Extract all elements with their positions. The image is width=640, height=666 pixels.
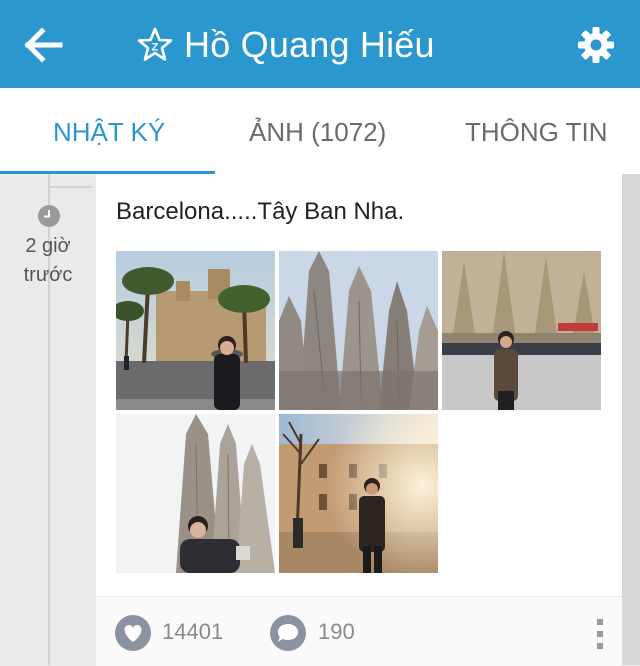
timestamp-line-2: trước bbox=[23, 264, 73, 286]
comment-count: 190 bbox=[318, 619, 355, 644]
photo-street-sunset[interactable] bbox=[279, 414, 438, 573]
photo-sagrada-facade-crowd[interactable] bbox=[442, 251, 601, 410]
comment-icon bbox=[270, 615, 306, 651]
tab-thong-tin[interactable]: THÔNG TIN bbox=[465, 88, 608, 174]
photo-palm-street[interactable] bbox=[116, 251, 275, 410]
timestamp-line-1: 2 giờ bbox=[25, 235, 71, 257]
tab-anh[interactable]: ẢNH (1072) bbox=[249, 88, 386, 174]
svg-text:Z: Z bbox=[152, 42, 159, 54]
timeline-column: 2 giờ trước bbox=[0, 174, 96, 665]
more-vertical-icon[interactable] bbox=[594, 617, 606, 651]
profile-tabs: NHẬT KÝ ẢNH (1072) THÔNG TIN bbox=[0, 88, 640, 175]
post-caption: Barcelona.....Tây Ban Nha. bbox=[116, 198, 405, 225]
like-count: 14401 bbox=[162, 619, 224, 644]
profile-title-group: Z Hồ Quang Hiếu bbox=[136, 20, 435, 70]
photo-sagrada-selfie[interactable] bbox=[116, 414, 275, 573]
photo-sagrada-spires[interactable] bbox=[279, 251, 438, 410]
star-icon: Z bbox=[137, 27, 173, 61]
post-card: Barcelona.....Tây Ban Nha. 14401 190 bbox=[96, 174, 622, 666]
scroll-gutter bbox=[622, 174, 640, 665]
settings-button[interactable] bbox=[576, 25, 616, 65]
post-actions-bar: 14401 190 bbox=[96, 596, 622, 666]
tab-nhat-ky[interactable]: NHẬT KÝ bbox=[53, 88, 165, 174]
post-timestamp: 2 giờ trước bbox=[0, 232, 96, 290]
clock-icon bbox=[38, 205, 60, 227]
page-title: Hồ Quang Hiếu bbox=[184, 24, 435, 65]
app-header: Z Hồ Quang Hiếu bbox=[0, 0, 640, 88]
heart-icon bbox=[115, 615, 151, 651]
timeline-connector bbox=[48, 186, 92, 188]
gear-icon bbox=[578, 27, 614, 63]
back-button[interactable] bbox=[22, 24, 64, 66]
arrow-left-icon bbox=[24, 27, 63, 63]
